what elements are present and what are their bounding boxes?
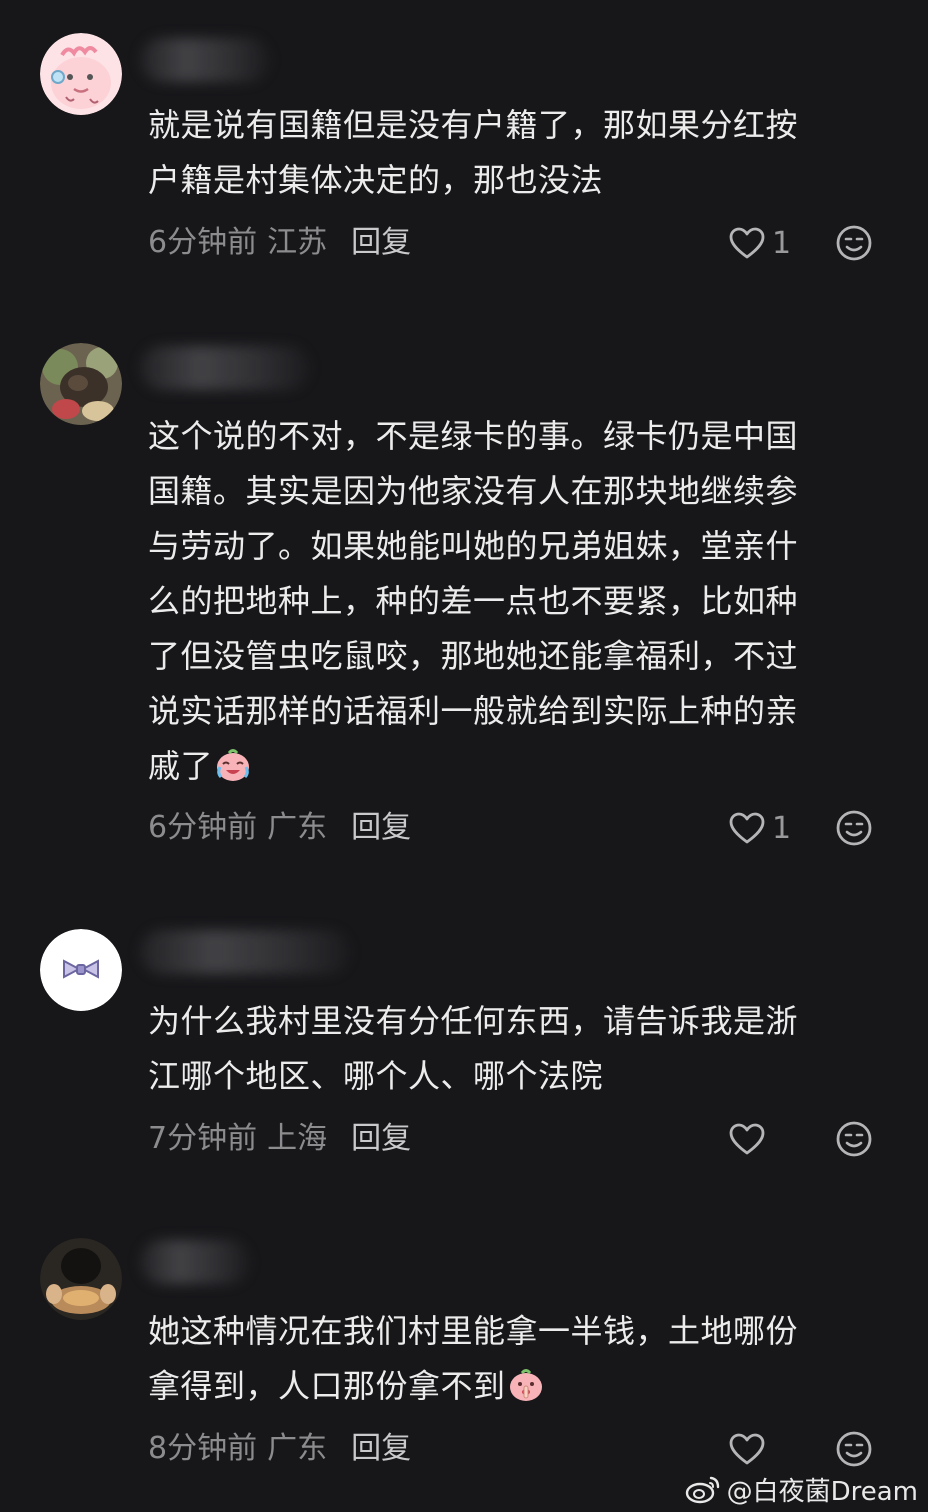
comment-time: 8分钟前: [148, 1431, 258, 1466]
smiley-face-icon[interactable]: [835, 809, 873, 847]
reply-button[interactable]: 回复: [351, 1121, 411, 1156]
reply-button[interactable]: 回复: [351, 810, 411, 845]
comment-line: 为什么我村里没有分任何东西，请告诉我是浙: [148, 1002, 799, 1040]
reply-button[interactable]: 回复: [351, 1431, 411, 1466]
heart-outline-icon: [729, 1123, 765, 1155]
avatar[interactable]: [40, 343, 122, 425]
like-button[interactable]: [728, 1429, 772, 1469]
photo-avatar-icon: [40, 343, 122, 425]
comment-location: 上海: [267, 1121, 328, 1156]
shushing-emoji-icon: [509, 1369, 542, 1401]
comment-text: 为什么我村里没有分任何东西，请告诉我是浙 江哪个地区、哪个人、哪个法院: [148, 994, 878, 1104]
crying-laughing-emoji-icon: [217, 749, 250, 781]
comment-location: 广东: [267, 1431, 328, 1466]
heart-outline-icon: [729, 812, 765, 844]
comment-line: 了但没管虫吃鼠咬，那地她还能拿福利，不过: [148, 637, 799, 675]
comment-line: 江哪个地区、哪个人、哪个法院: [148, 1057, 604, 1095]
avatar[interactable]: [40, 929, 122, 1011]
pink-cartoon-avatar-icon: [40, 33, 122, 115]
avatar[interactable]: [40, 1238, 122, 1320]
comment-line: 就是说有国籍但是没有户籍了，那如果分红按: [148, 106, 799, 144]
comment-text: 就是说有国籍但是没有户籍了，那如果分红按 户籍是村集体决定的，那也没法: [148, 98, 878, 208]
smiley-face-icon[interactable]: [835, 224, 873, 262]
avatar[interactable]: [40, 33, 122, 115]
comment-line-text: 戚了: [148, 747, 214, 785]
watermark-text: @白夜菌Dream: [726, 1476, 918, 1507]
like-count: 1: [772, 810, 792, 846]
comment-time: 6分钟前: [148, 225, 258, 260]
comment-line: 这个说的不对，不是绿卡的事。绿卡仍是中国: [148, 417, 799, 455]
like-button[interactable]: 1: [728, 223, 791, 263]
comment-line: 拿得到，人口那份拿不到: [148, 1359, 878, 1414]
weibo-logo-icon: [685, 1476, 719, 1504]
like-button[interactable]: 1: [728, 808, 791, 848]
comment-location: 广东: [267, 810, 328, 845]
bow-avatar-icon: [40, 929, 122, 1011]
comment-meta: 6分钟前 广东 回复: [148, 808, 411, 848]
comment-time: 7分钟前: [148, 1121, 258, 1156]
comment-line: 户籍是村集体决定的，那也没法: [148, 161, 604, 199]
comment-line: 她这种情况在我们村里能拿一半钱，土地哪份: [148, 1312, 799, 1350]
smiley-face-icon[interactable]: [835, 1120, 873, 1158]
username-redacted[interactable]: [140, 930, 350, 974]
like-count: 1: [772, 225, 792, 261]
dark-photo-avatar-icon: [40, 1238, 122, 1320]
comment-text: 这个说的不对，不是绿卡的事。绿卡仍是中国 国籍。其实是因为他家没有人在那块地继续…: [148, 409, 878, 794]
comment-line-text: 拿得到，人口那份拿不到: [148, 1367, 506, 1405]
comment-line: 与劳动了。如果她能叫她的兄弟姐妹，堂亲什: [148, 527, 799, 565]
comment-line: 么的把地种上，种的差一点也不要紧，比如种: [148, 582, 799, 620]
comment-meta: 6分钟前 江苏 回复: [148, 223, 411, 263]
username-redacted[interactable]: [140, 346, 310, 390]
reply-button[interactable]: 回复: [351, 225, 411, 260]
username-redacted[interactable]: [140, 1240, 250, 1284]
heart-outline-icon: [729, 1433, 765, 1465]
heart-outline-icon: [729, 227, 765, 259]
like-button[interactable]: [728, 1119, 772, 1159]
comment-line: 国籍。其实是因为他家没有人在那块地继续参: [148, 472, 799, 510]
comment-line: 说实话那样的话福利一般就给到实际上种的亲: [148, 692, 799, 730]
comment-time: 6分钟前: [148, 810, 258, 845]
username-redacted[interactable]: [140, 38, 270, 82]
watermark: @白夜菌Dream: [685, 1472, 918, 1507]
comment-meta: 8分钟前 广东 回复: [148, 1429, 411, 1469]
smiley-face-icon[interactable]: [835, 1430, 873, 1468]
comment-meta: 7分钟前 上海 回复: [148, 1119, 411, 1159]
comment-line: 戚了: [148, 739, 878, 794]
comment-location: 江苏: [267, 225, 328, 260]
comment-text: 她这种情况在我们村里能拿一半钱，土地哪份 拿得到，人口那份拿不到: [148, 1304, 878, 1414]
